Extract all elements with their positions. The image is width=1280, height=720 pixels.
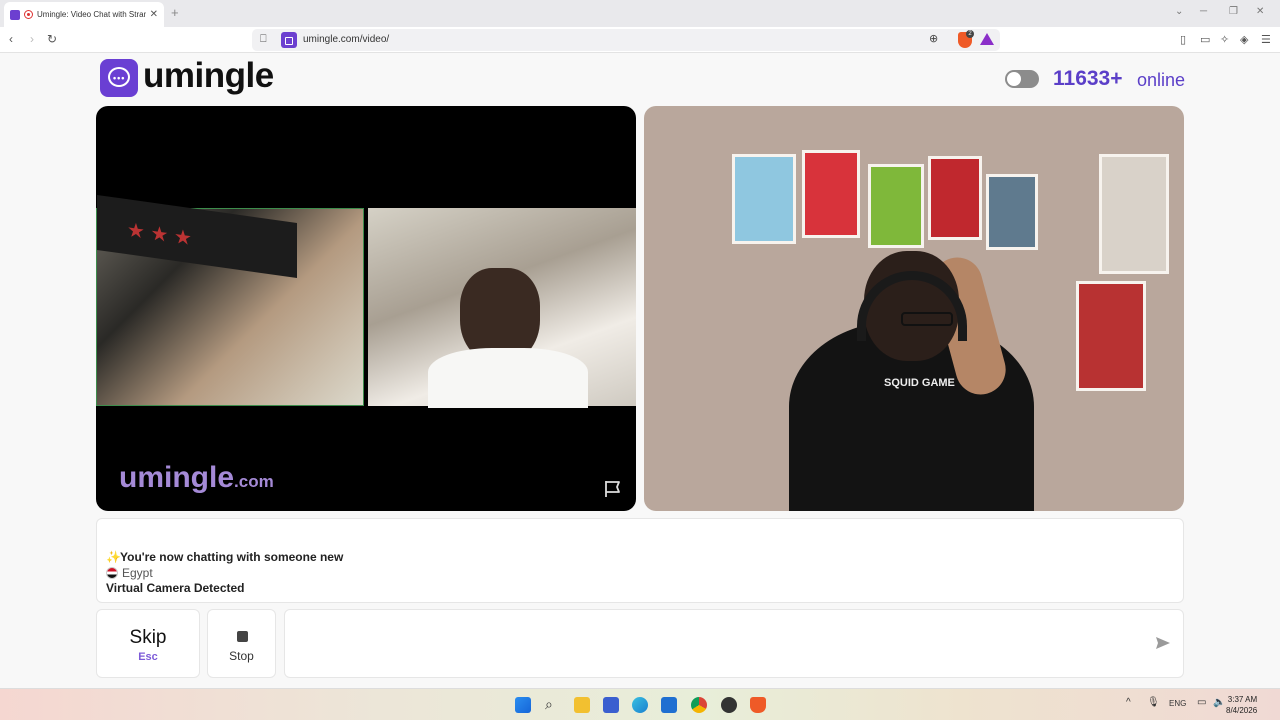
outlook-icon[interactable] (661, 697, 677, 713)
close-window-button[interactable]: ✕ (1256, 6, 1264, 17)
message-input[interactable] (295, 630, 1135, 658)
theme-toggle[interactable] (1005, 70, 1039, 88)
tab-search-chevron-icon[interactable]: ⌄ (1175, 6, 1183, 17)
wall-poster (868, 164, 924, 248)
site-icon (281, 32, 297, 48)
tray-chevron-icon[interactable]: ^ (1126, 697, 1131, 708)
start-icon[interactable] (515, 697, 531, 713)
wall-poster (1076, 281, 1146, 391)
leo-ai-icon[interactable]: ✧ (1220, 33, 1229, 46)
sparkle-icon: ✨ (106, 550, 121, 564)
stop-icon (237, 631, 248, 642)
video-watermark: umingle.com (119, 461, 274, 494)
address-bar[interactable]: ⎕ umingle.com/video/ ⊕ 2 (252, 29, 1000, 51)
language-indicator[interactable]: ENG (1169, 699, 1186, 708)
brave-rewards-icon[interactable] (980, 33, 994, 45)
virtual-camera-notice: Virtual Camera Detected (106, 581, 245, 595)
zoom-icon[interactable]: ⊕ (929, 32, 938, 45)
country-line: Egypt (106, 566, 153, 580)
report-flag-icon[interactable] (602, 479, 624, 499)
stop-label: Stop (229, 649, 254, 663)
browser-tab-strip: Umingle: Video Chat with Strangers ✕ + ⌄… (0, 0, 1280, 27)
send-icon[interactable] (1155, 635, 1171, 651)
store-icon[interactable] (603, 697, 619, 713)
edge-icon[interactable] (632, 697, 648, 713)
minimize-button[interactable]: ─ (1200, 6, 1207, 17)
site-favicon-icon (10, 9, 20, 20)
close-tab-icon[interactable]: ✕ (150, 9, 158, 20)
self-video: SQUID GAME (644, 106, 1184, 511)
sidebar-icon[interactable]: ▯ (1180, 33, 1186, 46)
skip-button[interactable]: Skip Esc (96, 609, 200, 678)
obs-icon[interactable] (721, 697, 737, 713)
windows-taskbar: ⌕ ^ 🎙 ENG ▭ 🔈 3:37 AM 8/4/2026 (0, 688, 1280, 720)
skip-label: Skip (129, 627, 167, 648)
site-logo[interactable]: umingle (143, 56, 274, 96)
brave-taskbar-icon[interactable] (750, 697, 766, 713)
forward-icon[interactable]: › (30, 32, 34, 46)
browser-toolbar: ‹ › ↻ ⎕ umingle.com/video/ ⊕ 2 ▯ ▭ ✧ ◈ ☰ (0, 27, 1280, 53)
network-icon[interactable]: ▭ (1197, 697, 1206, 708)
vpn-icon[interactable]: ◈ (1240, 33, 1248, 46)
wall-poster (986, 174, 1038, 250)
microphone-icon[interactable]: 🎙 (1147, 697, 1160, 708)
clock[interactable]: 3:37 AM 8/4/2026 (1226, 694, 1257, 716)
chrome-icon[interactable] (691, 697, 707, 713)
search-icon[interactable]: ⌕ (545, 697, 561, 713)
stranger-video: umingle.com (96, 106, 636, 511)
chat-log: ✨You're now chatting with someone new Eg… (96, 518, 1184, 603)
new-tab-button[interactable]: + (171, 5, 179, 20)
stop-button[interactable]: Stop (207, 609, 276, 678)
logo-chat-icon[interactable]: ••• (100, 59, 138, 97)
menu-icon[interactable]: ☰ (1261, 33, 1271, 46)
file-explorer-icon[interactable] (574, 697, 590, 713)
system-message: ✨You're now chatting with someone new (106, 550, 344, 564)
stranger-camera-feed-1 (96, 194, 364, 406)
online-count: 11633+ (1053, 67, 1123, 90)
shield-count-badge: 2 (966, 30, 974, 38)
back-icon[interactable]: ‹ (9, 32, 13, 46)
message-box[interactable] (284, 609, 1184, 678)
tab-title: Umingle: Video Chat with Strangers (37, 10, 146, 19)
wall-poster (1099, 154, 1169, 274)
url-text[interactable]: umingle.com/video/ (303, 34, 389, 45)
wall-poster (732, 154, 796, 244)
shirt-print: SQUID GAME (884, 377, 955, 389)
maximize-button[interactable]: ❐ (1229, 6, 1238, 17)
wall-poster (928, 156, 982, 240)
wallet-icon[interactable]: ▭ (1200, 33, 1210, 46)
online-label: online (1137, 70, 1186, 90)
recording-icon (24, 10, 33, 19)
browser-tab[interactable]: Umingle: Video Chat with Strangers ✕ (4, 2, 164, 27)
reload-icon[interactable]: ↻ (47, 32, 57, 46)
bookmark-icon[interactable]: ⎕ (260, 33, 267, 46)
egypt-flag-icon (106, 567, 118, 579)
stranger-camera-feed-2 (368, 208, 636, 408)
wall-poster (802, 150, 860, 238)
volume-icon[interactable]: 🔈 (1213, 697, 1225, 708)
skip-shortcut: Esc (138, 651, 158, 663)
